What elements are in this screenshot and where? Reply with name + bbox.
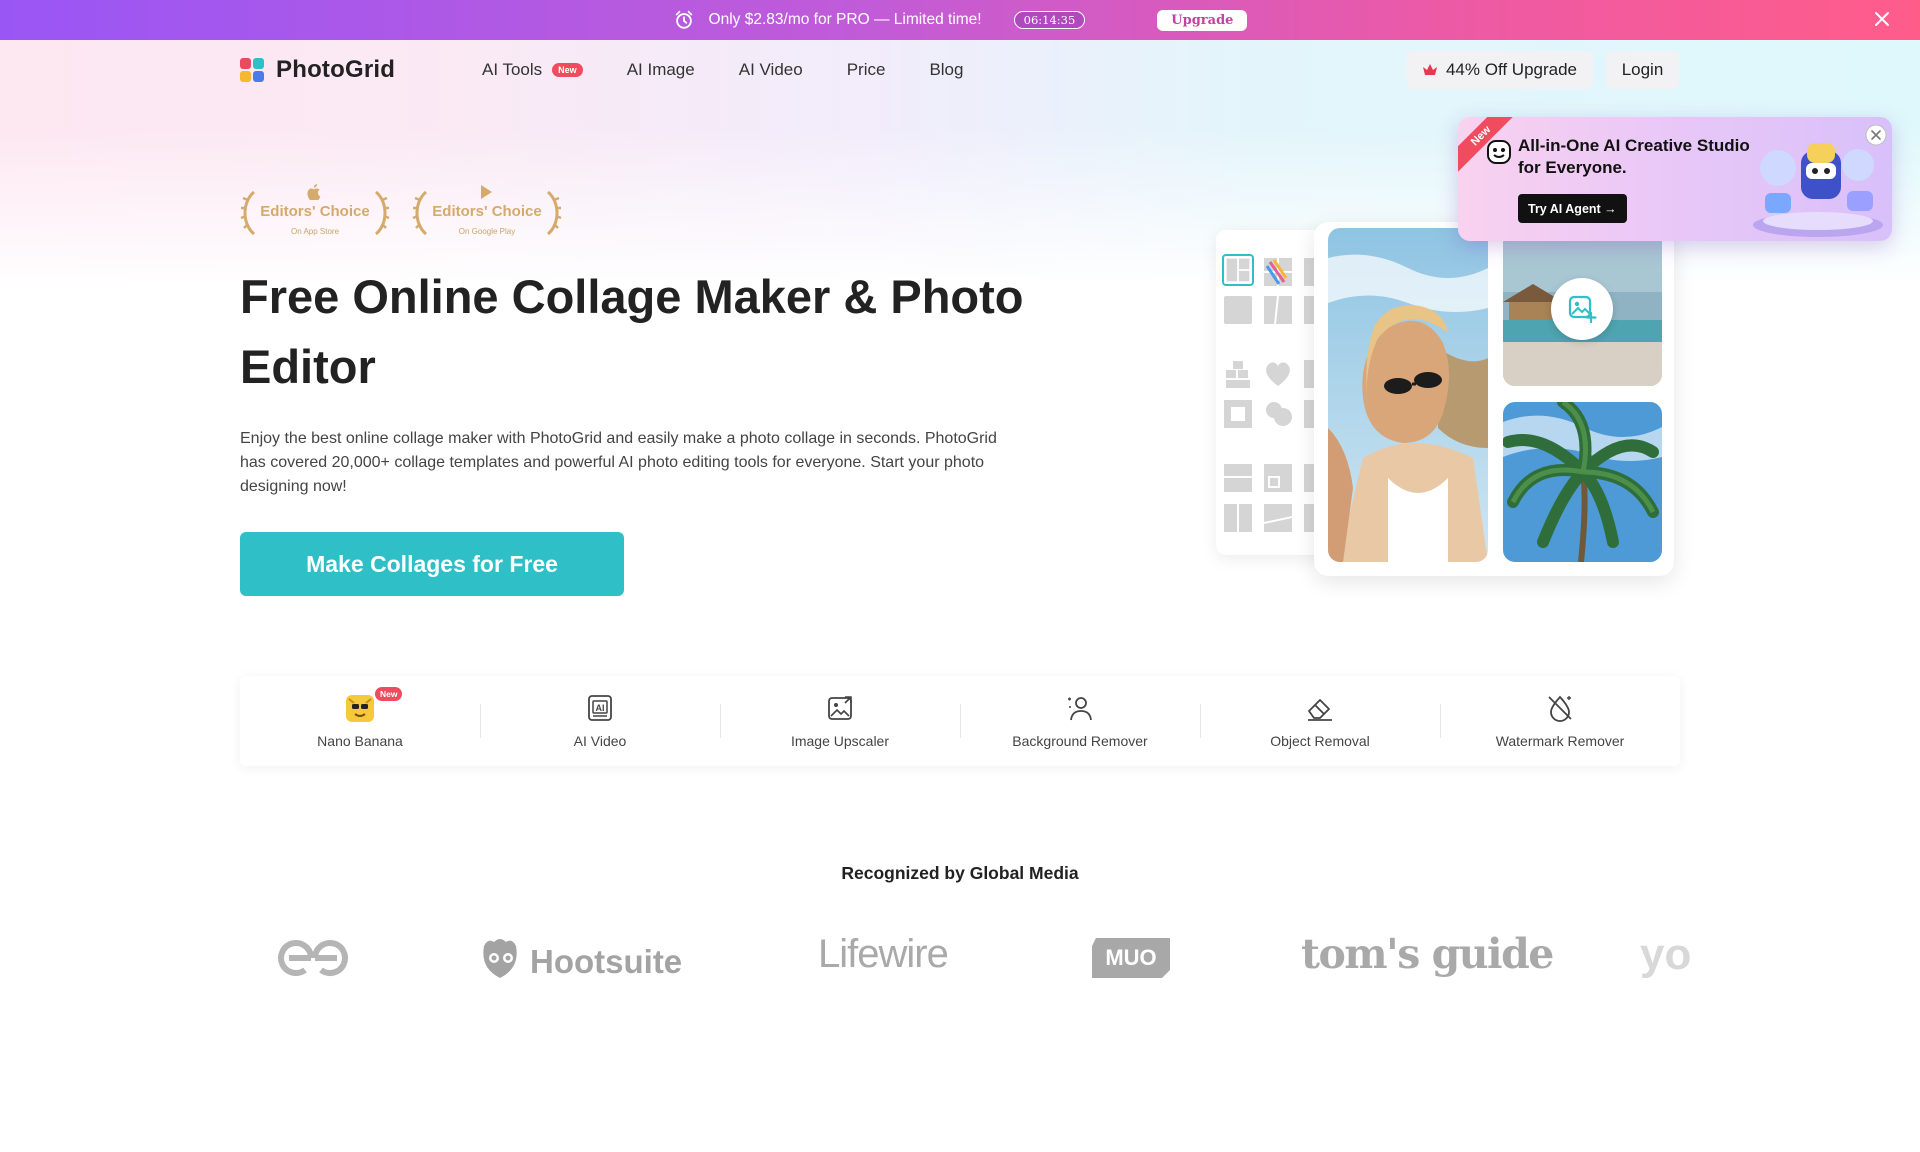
badge-store: On Google Play — [458, 227, 516, 236]
tool-object-removal[interactable]: Object Removal — [1200, 676, 1440, 766]
google-play-badge: Editors' Choice On Google Play — [412, 182, 562, 242]
brand-name: PhotoGrid — [276, 56, 396, 83]
badge-store: On App Store — [290, 227, 340, 236]
tool-label: Nano Banana — [317, 733, 403, 749]
promo-upgrade-button[interactable]: Upgrade — [1157, 9, 1248, 31]
login-button[interactable]: Login — [1606, 51, 1679, 89]
promo-text: Only $2.83/mo for PRO — Limited time! — [708, 11, 982, 28]
page-title: Free Online Collage Maker & Photo Editor — [240, 270, 1024, 393]
new-badge: New — [375, 687, 403, 701]
partial-media-logo: yo — [1640, 930, 1690, 979]
nav-item-price[interactable]: Price — [847, 60, 886, 80]
tool-watermark-remover[interactable]: Watermark Remover — [1440, 676, 1680, 766]
main-nav: AI Tools New AI Image AI Video Price Blo… — [482, 60, 1007, 80]
crown-icon — [1422, 64, 1437, 75]
selfie-photo — [1328, 228, 1488, 562]
toms-guide-logo: tom's guide — [1301, 930, 1554, 978]
new-badge: New — [552, 63, 583, 77]
background-remover-icon — [1068, 697, 1092, 721]
add-photo-button[interactable] — [1551, 278, 1613, 340]
tool-label: Background Remover — [1012, 733, 1148, 749]
app-store-badge: Editors' Choice On App Store — [240, 182, 390, 242]
nav-item-ai-image[interactable]: AI Image — [627, 60, 695, 80]
tool-label: Image Upscaler — [790, 733, 890, 749]
tool-ai-video[interactable]: AI AI Video — [480, 676, 720, 766]
tool-strip: New Nano Banana AI AI Video Image Upscal… — [240, 676, 1680, 766]
promo-bar: Only $2.83/mo for PRO — Limited time! 06… — [0, 0, 1920, 40]
collage-template[interactable] — [1222, 358, 1254, 390]
add-image-icon — [1568, 295, 1597, 324]
discount-upgrade-button[interactable]: 44% Off Upgrade — [1406, 51, 1593, 89]
try-ai-agent-button[interactable]: Try AI Agent → — [1518, 194, 1627, 223]
close-icon[interactable] — [1872, 9, 1892, 29]
tool-label: AI Video — [573, 733, 627, 749]
muo-logo: MUO — [1092, 938, 1170, 978]
hootsuite-logo: Hootsuite — [483, 939, 682, 980]
collage-template[interactable] — [1222, 462, 1254, 494]
google-play-icon — [481, 185, 492, 199]
collage-template[interactable] — [1222, 294, 1254, 326]
nav-item-ai-video[interactable]: AI Video — [739, 60, 803, 80]
tool-nano-banana[interactable]: New Nano Banana — [240, 676, 480, 766]
collage-template[interactable] — [1262, 358, 1294, 390]
collage-template[interactable] — [1222, 502, 1254, 534]
make-collages-button[interactable]: Make Collages for Free — [240, 532, 624, 596]
tool-image-upscaler[interactable]: Image Upscaler — [720, 676, 960, 766]
alarm-clock-icon — [675, 10, 692, 29]
laurel-right-icon — [546, 190, 562, 236]
ai-video-icon: AI — [588, 695, 612, 721]
svg-text:AI: AI — [596, 703, 605, 713]
tool-background-remover[interactable]: Background Remover — [960, 676, 1200, 766]
photogrid-logo-icon — [240, 58, 264, 82]
agent-popup-title: All-in-One AI Creative Studio for Everyo… — [1518, 136, 1750, 177]
tool-label: Watermark Remover — [1495, 733, 1625, 749]
collage-template[interactable] — [1222, 254, 1254, 286]
apple-icon — [307, 184, 321, 200]
badge-title: Editors' Choice — [260, 203, 370, 220]
countdown-timer: 06:14:35 — [1013, 11, 1086, 29]
hero-description: Enjoy the best online collage maker with… — [240, 430, 997, 495]
image-upscaler-icon — [828, 696, 852, 720]
tool-label: Object Removal — [1270, 733, 1370, 749]
collage-template[interactable] — [1262, 256, 1294, 288]
nav-item-label: AI Tools — [482, 60, 543, 79]
eraser-icon — [1308, 699, 1332, 721]
nav-item-ai-tools[interactable]: AI Tools New — [482, 60, 583, 80]
collage-template[interactable] — [1222, 398, 1254, 430]
ai-agent-popup[interactable]: New All-in-One AI Creative Studio for Ev… — [1458, 117, 1892, 241]
nano-banana-icon — [346, 695, 374, 722]
close-popup-icon[interactable] — [1865, 124, 1887, 146]
svg-text:MUO: MUO — [1105, 945, 1156, 970]
lifewire-logo: Lifewire — [818, 932, 949, 976]
collage-template[interactable] — [1262, 502, 1294, 534]
laurel-right-icon — [374, 190, 390, 236]
discount-upgrade-label: 44% Off Upgrade — [1445, 60, 1578, 79]
badge-title: Editors' Choice — [432, 203, 542, 220]
nav-item-blog[interactable]: Blog — [929, 60, 963, 80]
collage-template[interactable] — [1262, 398, 1294, 430]
svg-text:Hootsuite: Hootsuite — [530, 943, 682, 980]
collage-template[interactable] — [1262, 462, 1294, 494]
watermark-remover-icon — [1548, 695, 1572, 722]
brand-logo[interactable]: PhotoGrid — [240, 56, 395, 84]
agent-face-icon — [1487, 140, 1511, 164]
geeksforgeeks-logo: GG — [278, 940, 348, 976]
media-section-title: Recognized by Global Media — [841, 863, 1079, 883]
collage-template[interactable] — [1262, 294, 1294, 326]
palm-tree-photo — [1503, 402, 1662, 562]
